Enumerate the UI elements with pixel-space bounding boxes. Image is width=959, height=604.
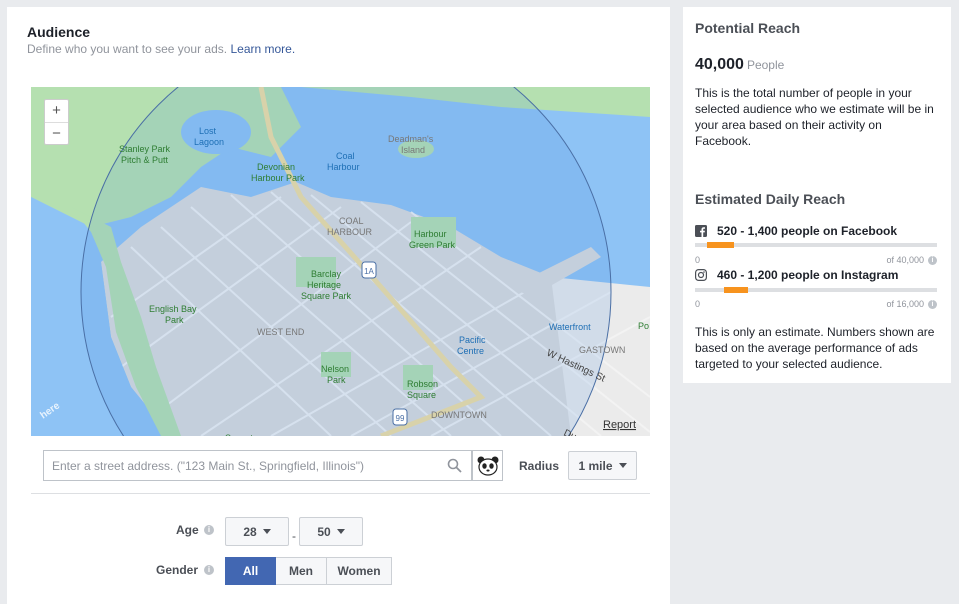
gender-info-icon[interactable]: i	[204, 565, 214, 575]
map-report-link[interactable]: Report	[603, 419, 636, 431]
search-icon[interactable]	[447, 458, 462, 478]
map-label-stanley-park: Stanley Park Pitch & Putt	[119, 144, 171, 165]
chevron-down-icon	[336, 529, 345, 534]
facebook-icon	[695, 225, 707, 237]
daily-reach-title: Estimated Daily Reach	[695, 191, 846, 207]
instagram-scale-max: of 16,000	[886, 299, 924, 309]
zoom-in-button[interactable]: +	[45, 100, 68, 122]
reach-number-row: 40,000 People	[695, 56, 784, 74]
audience-title: Audience	[27, 24, 91, 40]
gender-men-button[interactable]: Men	[276, 557, 327, 585]
facebook-reach-fill	[707, 242, 734, 248]
map-label-west-end: WEST END	[257, 327, 305, 337]
address-search-box	[43, 450, 472, 481]
gender-all-button[interactable]: All	[225, 557, 276, 585]
facebook-scale-min: 0	[695, 255, 701, 265]
age-max-dropdown[interactable]: 50	[299, 517, 363, 546]
facebook-info-icon[interactable]: i	[928, 255, 937, 265]
location-map[interactable]: 1A 99 Stanley Park Pitch & Putt Devonian H…	[31, 87, 650, 436]
facebook-reach-row: 520 - 1,400 people on Facebook	[695, 224, 897, 238]
radius-dropdown[interactable]: 1 mile	[568, 451, 637, 480]
facebook-reach-bar	[695, 242, 937, 248]
map-zoom-control: + −	[44, 99, 69, 145]
svg-text:1A: 1A	[364, 267, 374, 276]
radius-value: 1 mile	[578, 458, 613, 473]
address-search-input[interactable]	[44, 451, 439, 480]
facebook-scale-max: of 40,000	[886, 255, 924, 265]
reach-number: 40,000	[695, 56, 744, 73]
instagram-reach-bar	[695, 287, 937, 293]
panda-icon[interactable]	[472, 450, 503, 481]
age-max-value: 50	[317, 524, 331, 539]
instagram-reach-fill	[724, 287, 749, 293]
instagram-reach-label: 460 - 1,200 people on Instagram	[717, 268, 899, 282]
chevron-down-icon	[262, 529, 271, 534]
map-label-downtown: DOWNTOWN	[431, 410, 487, 420]
map-label-gastown: GASTOWN	[579, 345, 625, 355]
age-info-icon[interactable]: i	[204, 525, 214, 535]
gender-women-button[interactable]: Women	[327, 557, 392, 585]
divider	[31, 493, 650, 494]
potential-reach-title: Potential Reach	[695, 20, 801, 36]
facebook-reach-label: 520 - 1,400 people on Facebook	[717, 224, 898, 238]
map-label-po: Po	[638, 321, 649, 331]
radius-label: Radius	[519, 459, 560, 473]
age-separator: -	[292, 529, 296, 543]
learn-more-link[interactable]: Learn more.	[230, 42, 295, 56]
map-label-waterfront: Waterfront	[549, 322, 591, 332]
audience-subtitle: Define who you want to see your ads. Lea…	[27, 42, 295, 56]
instagram-info-icon[interactable]: i	[928, 299, 937, 309]
map-label-pacific-centre: Pacific Centre	[457, 335, 486, 356]
instagram-scale: 0 of 16,000 i	[695, 299, 937, 309]
map-canvas[interactable]: 1A 99 Stanley Park Pitch & Putt Devonian H…	[31, 87, 650, 436]
gender-label: Gender	[156, 563, 199, 577]
highway-99-shield: 99	[392, 408, 408, 426]
reach-card: Potential Reach 40,000 People This is the…	[683, 7, 951, 383]
instagram-icon	[695, 269, 707, 281]
chevron-down-icon	[618, 463, 627, 468]
reach-unit: People	[746, 58, 785, 72]
instagram-scale-min: 0	[695, 299, 701, 309]
instagram-reach-row: 460 - 1,200 people on Instagram	[695, 268, 898, 282]
audience-subtitle-text: Define who you want to see your ads.	[27, 42, 228, 56]
highway-1a-shield: 1A	[361, 261, 377, 279]
zoom-out-button[interactable]: −	[45, 122, 68, 144]
audience-card: Audience Define who you want to see your…	[7, 7, 670, 604]
map-label-robson: Robson Square	[407, 379, 438, 400]
gender-selector: All Men Women	[225, 557, 392, 585]
facebook-scale: 0 of 40,000 i	[695, 255, 937, 265]
map-label-sunset: Sunset	[225, 433, 254, 436]
age-min-dropdown[interactable]: 28	[225, 517, 289, 546]
svg-text:99: 99	[396, 414, 405, 423]
estimate-note: This is only an estimate. Numbers shown …	[695, 325, 935, 371]
age-min-value: 28	[243, 524, 257, 539]
reach-description: This is the total number of people in yo…	[695, 86, 934, 148]
age-label: Age	[176, 523, 199, 537]
